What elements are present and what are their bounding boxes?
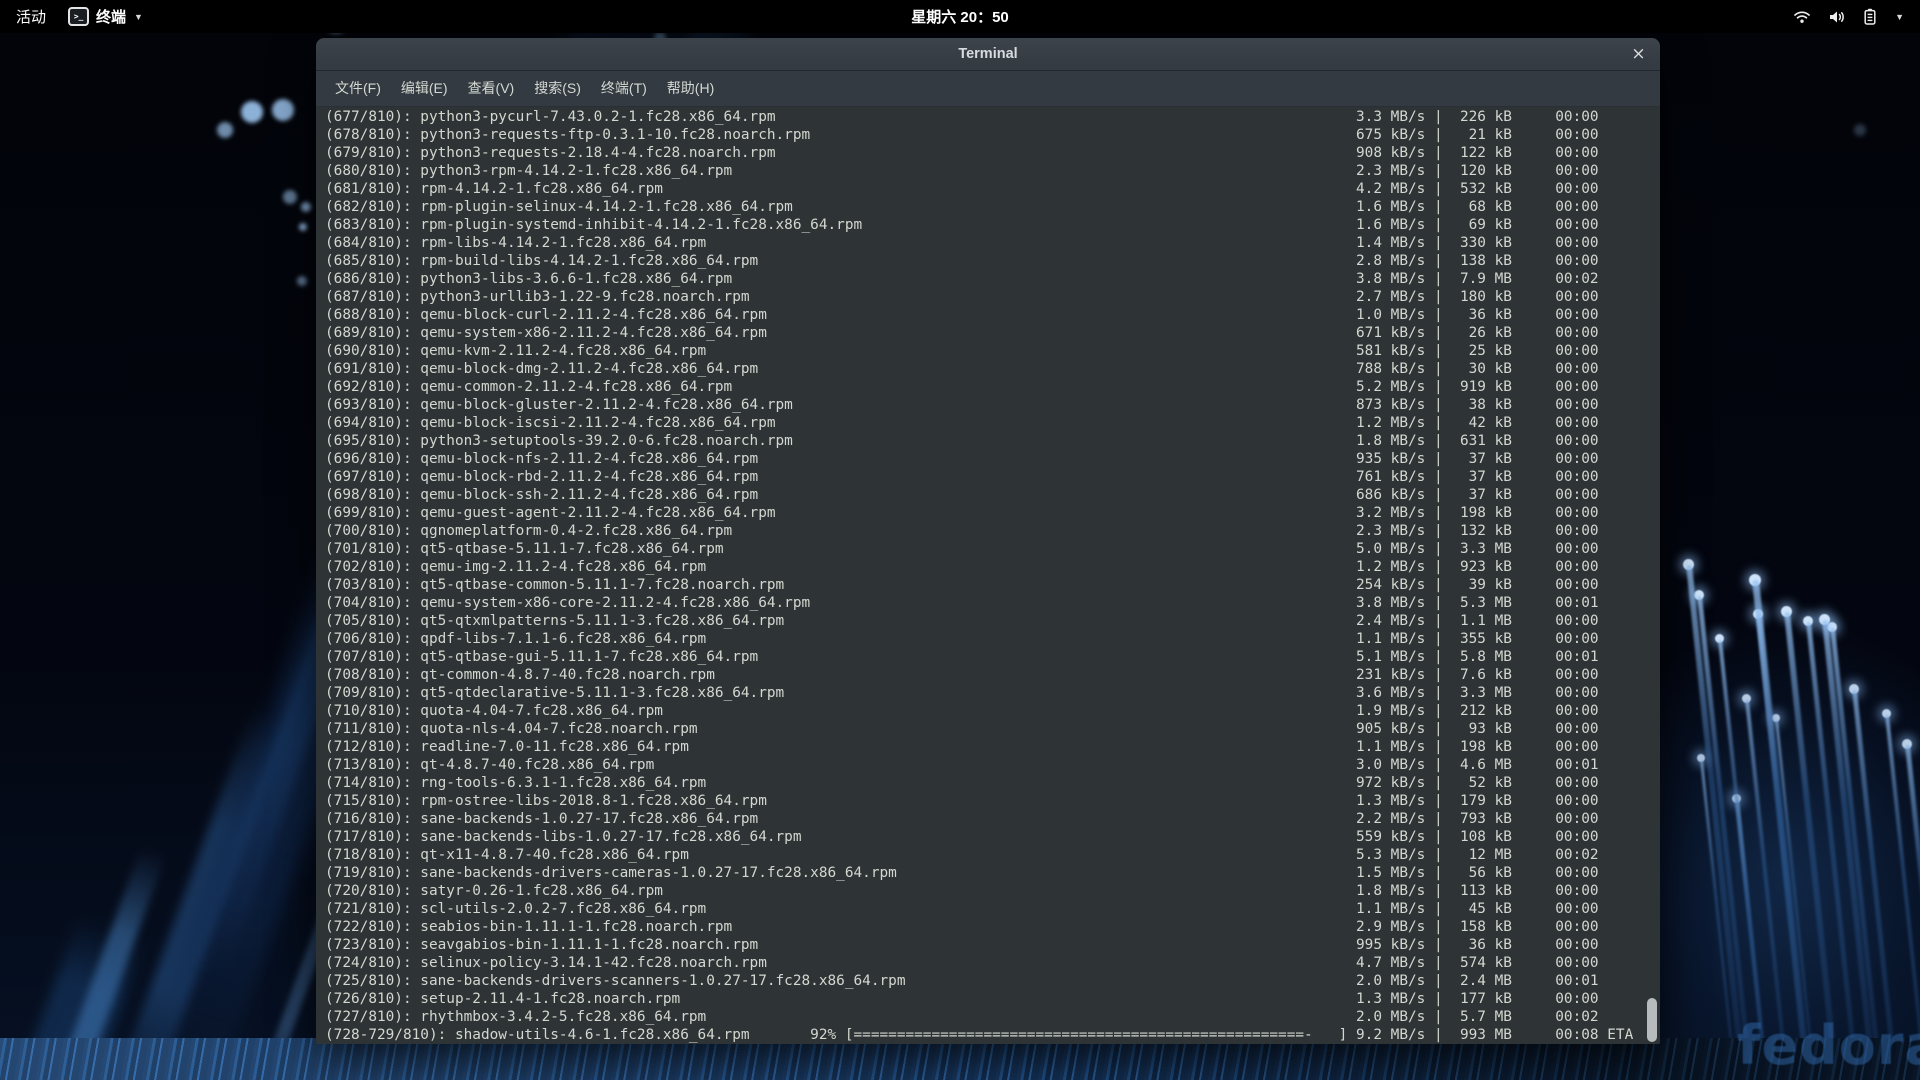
terminal-line: (695/810): python3-setuptools-39.2.0-6.f… xyxy=(325,432,1660,450)
wallpaper-bokeh-dot xyxy=(301,202,311,212)
wallpaper-bokeh-dot xyxy=(297,276,307,286)
terminal-line: (702/810): qemu-img-2.11.2-4.fc28.x86_64… xyxy=(325,558,1660,576)
terminal-line: (722/810): seabios-bin-1.11.1-1.fc28.noa… xyxy=(325,918,1660,936)
wallpaper-bottom-band xyxy=(0,1038,1920,1080)
terminal-line: (678/810): python3-requests-ftp-0.3.1-10… xyxy=(325,126,1660,144)
terminal-line: (725/810): sane-backends-drivers-scanner… xyxy=(325,972,1660,990)
terminal-line: (685/810): rpm-build-libs-4.14.2-1.fc28.… xyxy=(325,252,1660,270)
terminal-line: (716/810): sane-backends-1.0.27-17.fc28.… xyxy=(325,810,1660,828)
terminal-line: (715/810): rpm-ostree-libs-2018.8-1.fc28… xyxy=(325,792,1660,810)
window-titlebar[interactable]: Terminal × xyxy=(316,38,1660,71)
terminal-line: (683/810): rpm-plugin-systemd-inhibit-4.… xyxy=(325,216,1660,234)
menu-edit[interactable]: 编辑(E) xyxy=(391,71,458,106)
terminal-line: (690/810): qemu-kvm-2.11.2-4.fc28.x86_64… xyxy=(325,342,1660,360)
terminal-line: (714/810): rng-tools-6.3.1-1.fc28.x86_64… xyxy=(325,774,1660,792)
terminal-line: (717/810): sane-backends-libs-1.0.27-17.… xyxy=(325,828,1660,846)
terminal-window: Terminal × 文件(F) 编辑(E) 查看(V) 搜索(S) 终端(T)… xyxy=(316,38,1660,1044)
terminal-line: (677/810): python3-pycurl-7.43.0.2-1.fc2… xyxy=(325,108,1660,126)
terminal-line: (682/810): rpm-plugin-selinux-4.14.2-1.f… xyxy=(325,198,1660,216)
wallpaper-bokeh-dot xyxy=(272,99,294,121)
system-chevron-down-icon: ▼ xyxy=(1895,12,1904,22)
terminal-line: (719/810): sane-backends-drivers-cameras… xyxy=(325,864,1660,882)
volume-icon xyxy=(1828,9,1846,25)
terminal-line: (684/810): rpm-libs-4.14.2-1.fc28.x86_64… xyxy=(325,234,1660,252)
terminal-line: (713/810): qt-4.8.7-40.fc28.x86_64.rpm 3… xyxy=(325,756,1660,774)
terminal-line: (679/810): python3-requests-2.18.4-4.fc2… xyxy=(325,144,1660,162)
wallpaper-bokeh-dot xyxy=(299,223,307,231)
clock-button[interactable]: 星期六 20：50 xyxy=(0,6,1920,27)
battery-icon xyxy=(1863,8,1877,25)
terminal-line: (692/810): qemu-common-2.11.2-4.fc28.x86… xyxy=(325,378,1660,396)
wallpaper-bokeh-dot xyxy=(283,190,297,204)
terminal-line: (708/810): qt-common-4.8.7-40.fc28.noarc… xyxy=(325,666,1660,684)
terminal-line: (700/810): qgnomeplatform-0.4-2.fc28.x86… xyxy=(325,522,1660,540)
top-bar: 活动 >_ 终端 ▼ 星期六 20：50 xyxy=(0,0,1920,33)
terminal-line: (728-729/810): shadow-utils-4.6-1.fc28.x… xyxy=(325,1026,1660,1044)
terminal-line: (710/810): quota-4.04-7.fc28.x86_64.rpm … xyxy=(325,702,1660,720)
menu-file[interactable]: 文件(F) xyxy=(325,71,391,106)
terminal-line: (720/810): satyr-0.26-1.fc28.x86_64.rpm … xyxy=(325,882,1660,900)
terminal-line: (698/810): qemu-block-ssh-2.11.2-4.fc28.… xyxy=(325,486,1660,504)
wallpaper-bokeh-dot xyxy=(217,122,233,138)
terminal-line: (699/810): qemu-guest-agent-2.11.2-4.fc2… xyxy=(325,504,1660,522)
terminal-line: (705/810): qt5-qtxmlpatterns-5.11.1-3.fc… xyxy=(325,612,1660,630)
wallpaper-bokeh-dot xyxy=(241,101,263,123)
terminal-line: (697/810): qemu-block-rbd-2.11.2-4.fc28.… xyxy=(325,468,1660,486)
close-button[interactable]: × xyxy=(1626,42,1651,67)
terminal-line: (711/810): quota-nls-4.04-7.fc28.noarch.… xyxy=(325,720,1660,738)
terminal-line: (712/810): readline-7.0-11.fc28.x86_64.r… xyxy=(325,738,1660,756)
terminal-line: (707/810): qt5-qtbase-gui-5.11.1-7.fc28.… xyxy=(325,648,1660,666)
terminal-line: (718/810): qt-x11-4.8.7-40.fc28.x86_64.r… xyxy=(325,846,1660,864)
menu-search[interactable]: 搜索(S) xyxy=(524,71,591,106)
system-status-area[interactable]: ▼ xyxy=(1793,8,1904,25)
wallpaper-bokeh-dot xyxy=(1854,124,1866,136)
menu-help[interactable]: 帮助(H) xyxy=(657,71,724,106)
terminal-line: (694/810): qemu-block-iscsi-2.11.2-4.fc2… xyxy=(325,414,1660,432)
terminal-line: (686/810): python3-libs-3.6.6-1.fc28.x86… xyxy=(325,270,1660,288)
terminal-line: (721/810): scl-utils-2.0.2-7.fc28.x86_64… xyxy=(325,900,1660,918)
terminal-line: (704/810): qemu-system-x86-core-2.11.2-4… xyxy=(325,594,1660,612)
terminal-output[interactable]: (677/810): python3-pycurl-7.43.0.2-1.fc2… xyxy=(316,107,1660,1044)
scrollbar-thumb[interactable] xyxy=(1647,998,1657,1042)
terminal-line: (724/810): selinux-policy-3.14.1-42.fc28… xyxy=(325,954,1660,972)
terminal-line: (689/810): qemu-system-x86-2.11.2-4.fc28… xyxy=(325,324,1660,342)
fedora-logo: fedora xyxy=(1737,1014,1920,1077)
terminal-line: (701/810): qt5-qtbase-5.11.1-7.fc28.x86_… xyxy=(325,540,1660,558)
terminal-line: (681/810): rpm-4.14.2-1.fc28.x86_64.rpm … xyxy=(325,180,1660,198)
terminal-line: (727/810): rhythmbox-3.4.2-5.fc28.x86_64… xyxy=(325,1008,1660,1026)
terminal-line: (706/810): qpdf-libs-7.1.1-6.fc28.x86_64… xyxy=(325,630,1660,648)
terminal-line: (680/810): python3-rpm-4.14.2-1.fc28.x86… xyxy=(325,162,1660,180)
desktop: fedora 活动 >_ 终端 ▼ 星期六 20：50 xyxy=(0,0,1920,1080)
wifi-icon xyxy=(1793,9,1811,25)
menu-view[interactable]: 查看(V) xyxy=(458,71,525,106)
terminal-line: (726/810): setup-2.11.4-1.fc28.noarch.rp… xyxy=(325,990,1660,1008)
menu-terminal[interactable]: 终端(T) xyxy=(591,71,657,106)
menu-bar: 文件(F) 编辑(E) 查看(V) 搜索(S) 终端(T) 帮助(H) xyxy=(316,71,1660,107)
terminal-line: (688/810): qemu-block-curl-2.11.2-4.fc28… xyxy=(325,306,1660,324)
terminal-line: (723/810): seavgabios-bin-1.11.1-1.fc28.… xyxy=(325,936,1660,954)
terminal-line: (696/810): qemu-block-nfs-2.11.2-4.fc28.… xyxy=(325,450,1660,468)
terminal-line: (693/810): qemu-block-gluster-2.11.2-4.f… xyxy=(325,396,1660,414)
terminal-line: (687/810): python3-urllib3-1.22-9.fc28.n… xyxy=(325,288,1660,306)
terminal-line: (691/810): qemu-block-dmg-2.11.2-4.fc28.… xyxy=(325,360,1660,378)
terminal-line: (703/810): qt5-qtbase-common-5.11.1-7.fc… xyxy=(325,576,1660,594)
terminal-line: (709/810): qt5-qtdeclarative-5.11.1-3.fc… xyxy=(325,684,1660,702)
window-title: Terminal xyxy=(958,46,1017,62)
